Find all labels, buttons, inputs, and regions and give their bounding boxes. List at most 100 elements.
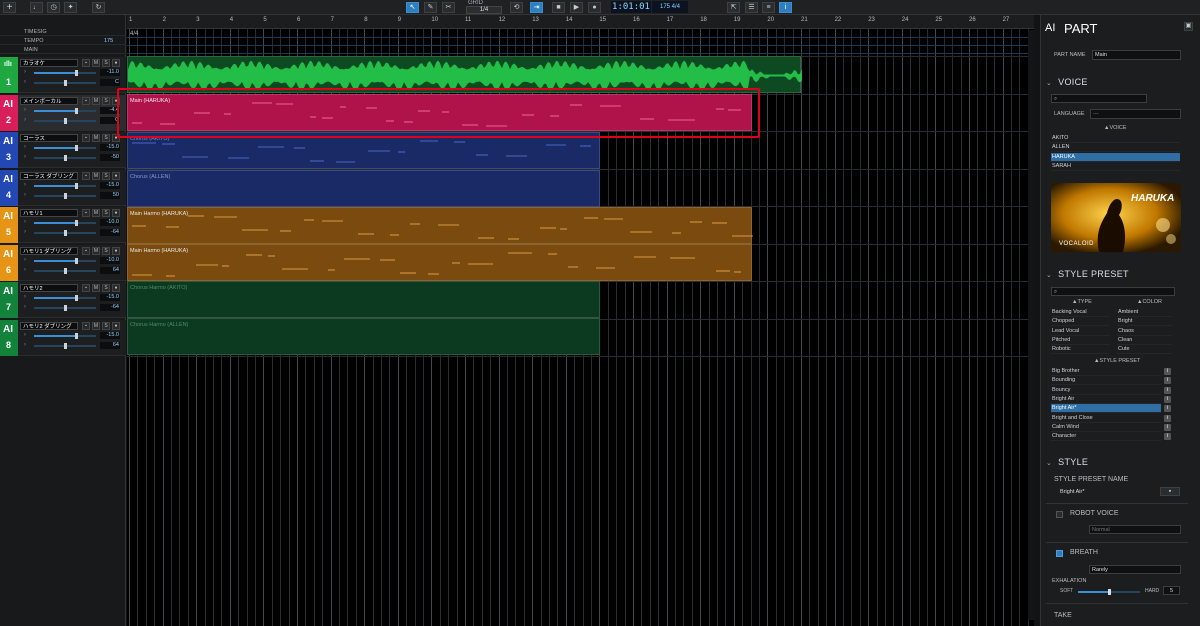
list-item[interactable]: Pitched (1051, 336, 1109, 345)
list-item[interactable]: Calm Wind (1051, 423, 1161, 432)
list-item[interactable]: Bounding (1051, 376, 1161, 386)
exhalation-knob[interactable] (1108, 589, 1111, 595)
track-name[interactable]: ハモリ1 (20, 209, 78, 217)
volume-value[interactable]: -11.0 (100, 69, 120, 76)
export-icon[interactable]: ⇱ (727, 2, 740, 13)
mute-button[interactable]: M (92, 134, 100, 142)
pan-knob[interactable] (64, 305, 67, 311)
volume-knob[interactable] (75, 145, 78, 151)
pan-knob[interactable] (64, 267, 67, 274)
pan-slider[interactable] (34, 230, 96, 236)
follow-button[interactable]: ⇥ (530, 2, 543, 13)
stop-button[interactable]: ■ (552, 2, 565, 13)
track-name[interactable]: コーラス (20, 134, 78, 142)
mute-button[interactable]: M (92, 96, 100, 105)
voice-list-header[interactable]: ▲VOICE (1104, 125, 1127, 131)
note-icon[interactable]: ♩ (30, 2, 43, 13)
part-chorus-harmo-akito[interactable]: Chorus Harmo (AKITO) (127, 281, 600, 318)
track-name[interactable]: コーラス ダブリング (20, 171, 78, 180)
color-header[interactable]: ▲COLOR (1137, 299, 1162, 305)
record-arm-button[interactable]: ● (112, 321, 120, 330)
track-settings-button[interactable]: ▪ (82, 59, 90, 67)
pan-knob[interactable] (64, 80, 67, 86)
style-section-title[interactable]: ⌄ STYLE (1046, 457, 1088, 467)
volume-value[interactable]: -15.0 (100, 331, 120, 339)
play-button[interactable]: ▶ (570, 2, 583, 13)
volume-value[interactable]: -15.0 (100, 144, 120, 151)
volume-knob[interactable] (75, 107, 78, 114)
track-number[interactable]: AI 6 (0, 244, 18, 281)
pan-value[interactable]: -64 (100, 229, 120, 236)
volume-slider[interactable] (34, 295, 96, 301)
track-name[interactable]: ハモリ1 ダブリング (20, 246, 78, 255)
pencil-tool-button[interactable]: ✎ (424, 2, 437, 13)
pan-value[interactable]: 64 (100, 266, 120, 274)
list-item[interactable]: Big Brother (1051, 367, 1161, 376)
scissors-tool-button[interactable]: ✂ (442, 2, 455, 13)
track-8[interactable]: AI 8 ハモリ2 ダブリング ▪ M S ● › -15.0 › 64 (0, 319, 126, 356)
solo-button[interactable]: S (102, 134, 110, 142)
solo-button[interactable]: S (102, 96, 110, 105)
track-settings-button[interactable]: ▪ (82, 171, 90, 180)
voice-section-title[interactable]: ⌄ VOICE (1046, 77, 1088, 87)
track-name[interactable]: カラオケ (20, 59, 78, 67)
loop-button[interactable]: ⟲ (510, 2, 523, 13)
volume-slider[interactable] (34, 145, 96, 151)
breath-checkbox[interactable] (1056, 550, 1063, 557)
preset-info-icon[interactable]: i (1164, 386, 1171, 394)
track-number[interactable]: AI 8 (0, 319, 18, 356)
volume-slider[interactable] (34, 182, 96, 189)
track-number[interactable]: ıllı 1 (0, 57, 18, 93)
type-header[interactable]: ▲TYPE (1072, 299, 1092, 305)
track-settings-button[interactable]: ▪ (82, 321, 90, 330)
save-preset-icon[interactable]: ▪ (1160, 487, 1180, 496)
record-arm-button[interactable]: ● (112, 209, 120, 217)
refresh-icon[interactable]: ↻ (92, 2, 105, 13)
solo-button[interactable]: S (102, 246, 110, 255)
track-name[interactable]: ハモリ2 ダブリング (20, 321, 78, 330)
pan-slider[interactable] (34, 305, 96, 311)
track-name[interactable]: メインボーカル (20, 96, 78, 105)
list-icon[interactable]: ≡ (762, 2, 775, 13)
pan-knob[interactable] (64, 117, 67, 124)
list-item[interactable]: Lead Vocal (1051, 327, 1109, 336)
list-item[interactable]: Bright Air* (1051, 404, 1161, 414)
style-preset-section-title[interactable]: ⌄ STYLE PRESET (1046, 269, 1129, 279)
list-item[interactable]: Ambient (1117, 308, 1172, 317)
solo-button[interactable]: S (102, 59, 110, 67)
volume-knob[interactable] (75, 295, 78, 301)
track-number[interactable]: AI 2 (0, 94, 18, 131)
track-settings-button[interactable]: ▪ (82, 284, 90, 292)
list-item[interactable]: AKITO (1051, 134, 1180, 143)
record-arm-button[interactable]: ● (112, 59, 120, 67)
track-4[interactable]: AI 4 コーラス ダブリング ▪ M S ● › -15.0 › 50 (0, 169, 126, 206)
breath-select[interactable]: Rarely (1089, 565, 1181, 574)
record-arm-button[interactable]: ● (112, 284, 120, 292)
volume-knob[interactable] (75, 182, 78, 189)
pan-value[interactable]: -50 (100, 154, 120, 161)
preset-info-icon[interactable]: i (1164, 414, 1171, 422)
record-arm-button[interactable]: ● (112, 171, 120, 180)
track-settings-button[interactable]: ▪ (82, 96, 90, 105)
add-track-button[interactable]: + (3, 2, 16, 13)
mixer-icon[interactable]: ☰ (745, 2, 758, 13)
ruler[interactable]: 1 2 3 4 5 6 7 8 9 10 11 12 13 14 15 16 17 18 19 20 21 22 23 24 2… (127, 15, 1034, 29)
track-number[interactable]: AI 4 (0, 169, 18, 206)
pan-slider[interactable] (34, 192, 96, 199)
mute-button[interactable]: M (92, 209, 100, 217)
robot-voice-checkbox[interactable] (1056, 511, 1063, 518)
track-number[interactable]: AI 3 (0, 132, 18, 168)
part-chorus-harmo-allen[interactable]: Chorus Harmo (ALLEN) (127, 318, 600, 355)
track-settings-button[interactable]: ▪ (82, 134, 90, 142)
solo-button[interactable]: S (102, 171, 110, 180)
pan-slider[interactable] (34, 80, 96, 86)
preset-info-icon[interactable]: i (1164, 395, 1171, 403)
list-item[interactable]: HARUKA (1051, 152, 1180, 162)
volume-slider[interactable] (34, 257, 96, 264)
part-name-input[interactable]: Main (1092, 50, 1181, 60)
list-item[interactable]: Bouncy (1051, 386, 1161, 395)
list-item[interactable]: SARAH (1051, 162, 1180, 171)
list-item[interactable]: Robotic (1051, 345, 1109, 355)
track-settings-button[interactable]: ▪ (82, 246, 90, 255)
vertical-scrollbar[interactable] (1028, 30, 1034, 620)
